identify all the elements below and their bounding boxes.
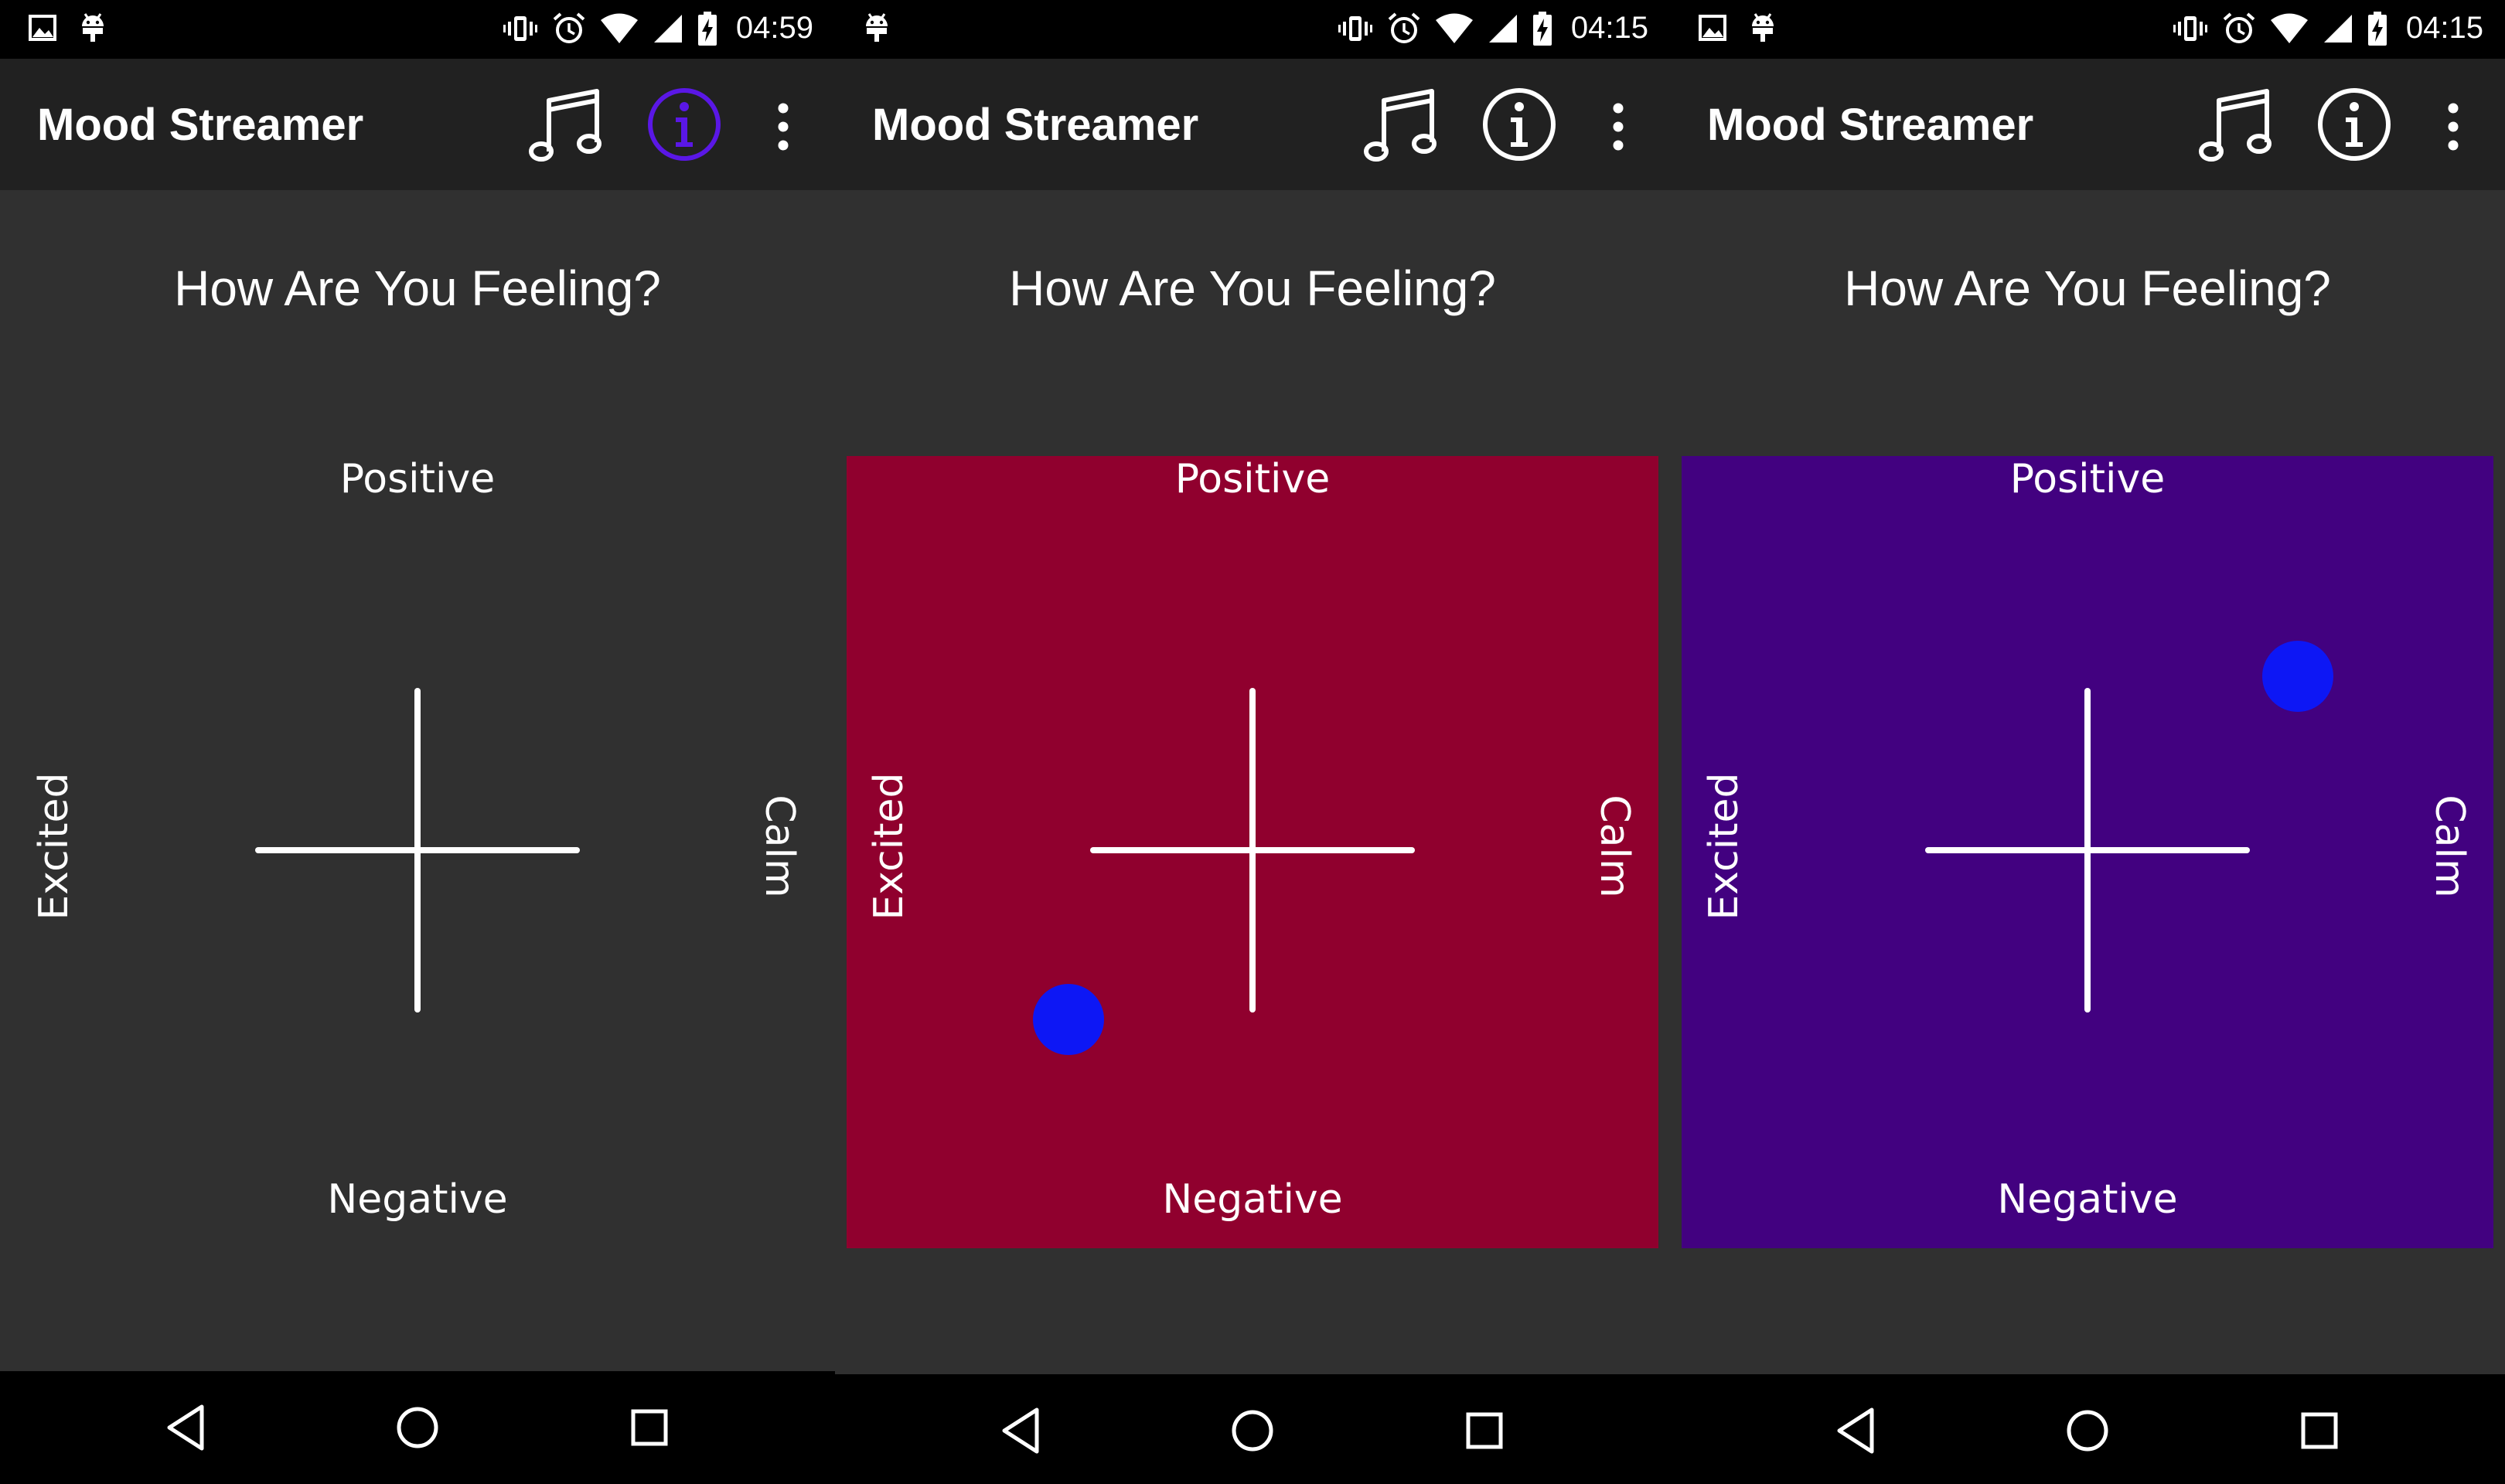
axes-cross	[255, 688, 580, 1013]
alarm-icon	[552, 12, 586, 46]
status-bar: 04:15	[835, 0, 1670, 59]
alarm-icon	[1387, 12, 1421, 46]
status-time: 04:15	[2405, 11, 2483, 45]
navigation-bar	[835, 1374, 1670, 1484]
signal-icon	[653, 13, 683, 44]
excited-label: Excited	[1701, 772, 1747, 921]
calm-label: Calm	[756, 795, 803, 898]
signal-icon	[2323, 13, 2353, 44]
positive-label: Positive	[1174, 456, 1331, 502]
wifi-icon	[1435, 13, 1474, 44]
vibrate-icon	[503, 13, 538, 44]
negative-label: Negative	[1162, 1176, 1343, 1223]
home-icon[interactable]	[2060, 1404, 2115, 1458]
music-icon[interactable]	[526, 83, 608, 165]
battery-charging-icon	[1532, 11, 1552, 46]
image-icon	[1698, 14, 1727, 42]
status-bar: 04:15	[1670, 0, 2505, 59]
negative-label: Negative	[1997, 1176, 2178, 1223]
phone-screen-2: 04:15 Mood Streamer How Are You Feeling?…	[835, 0, 1670, 1484]
mood-question: How Are You Feeling?	[1009, 260, 1496, 316]
recents-icon[interactable]	[2292, 1404, 2347, 1458]
phone-screen-1: 04:59 Mood Streamer How Are You Feeling?…	[0, 0, 835, 1484]
back-icon[interactable]	[993, 1404, 1048, 1458]
status-bar: 04:59	[0, 0, 835, 59]
recents-icon[interactable]	[1457, 1404, 1512, 1458]
info-icon[interactable]	[646, 87, 722, 162]
excited-label: Excited	[31, 772, 77, 921]
axes-cross	[1925, 688, 2250, 1013]
back-icon[interactable]	[1828, 1404, 1883, 1458]
mood-pad[interactable]: Positive Negative Excited Calm	[847, 456, 1658, 1248]
app-bar: Mood Streamer	[0, 59, 835, 190]
phone-screen-3: 04:15 Mood Streamer How Are You Feeling?…	[1670, 0, 2505, 1484]
alarm-icon	[2222, 12, 2256, 46]
mood-marker[interactable]	[2262, 641, 2333, 712]
more-options-icon[interactable]	[2435, 102, 2471, 151]
android-icon	[79, 12, 107, 43]
positive-label: Positive	[339, 456, 496, 502]
music-icon[interactable]	[2196, 83, 2278, 165]
battery-charging-icon	[697, 11, 717, 46]
mood-pad[interactable]: Positive Negative Excited Calm	[1682, 456, 2493, 1248]
info-icon[interactable]	[2316, 87, 2392, 162]
android-icon	[1749, 12, 1777, 43]
app-bar: Mood Streamer	[1670, 59, 2505, 190]
wifi-icon	[2270, 13, 2309, 44]
mood-marker[interactable]	[1033, 984, 1104, 1055]
calm-label: Calm	[2426, 795, 2473, 898]
negative-label: Negative	[327, 1176, 508, 1223]
app-bar: Mood Streamer	[835, 59, 1670, 190]
home-icon[interactable]	[1225, 1404, 1280, 1458]
battery-charging-icon	[2367, 11, 2387, 46]
android-icon	[863, 12, 891, 43]
signal-icon	[1488, 13, 1518, 44]
image-icon	[28, 14, 57, 42]
info-icon[interactable]	[1481, 87, 1557, 162]
app-title: Mood Streamer	[1707, 100, 2034, 150]
app-title: Mood Streamer	[872, 100, 1199, 150]
navigation-bar	[1670, 1374, 2505, 1484]
mood-pad[interactable]: Positive Negative Excited Calm	[12, 456, 823, 1248]
excited-label: Excited	[866, 772, 912, 921]
calm-label: Calm	[1591, 795, 1638, 898]
more-options-icon[interactable]	[1600, 102, 1636, 151]
status-time: 04:59	[735, 11, 813, 45]
back-icon[interactable]	[158, 1401, 213, 1455]
mood-question: How Are You Feeling?	[1844, 260, 2331, 316]
vibrate-icon	[1338, 13, 1373, 44]
more-options-icon[interactable]	[765, 102, 801, 151]
positive-label: Positive	[2009, 456, 2166, 502]
navigation-bar	[0, 1371, 835, 1484]
axes-cross	[1090, 688, 1415, 1013]
wifi-icon	[600, 13, 639, 44]
home-icon[interactable]	[390, 1401, 445, 1455]
status-time: 04:15	[1570, 11, 1648, 45]
app-title: Mood Streamer	[37, 100, 364, 150]
music-icon[interactable]	[1361, 83, 1443, 165]
mood-question: How Are You Feeling?	[174, 260, 661, 316]
recents-icon[interactable]	[622, 1401, 677, 1455]
vibrate-icon	[2173, 13, 2208, 44]
